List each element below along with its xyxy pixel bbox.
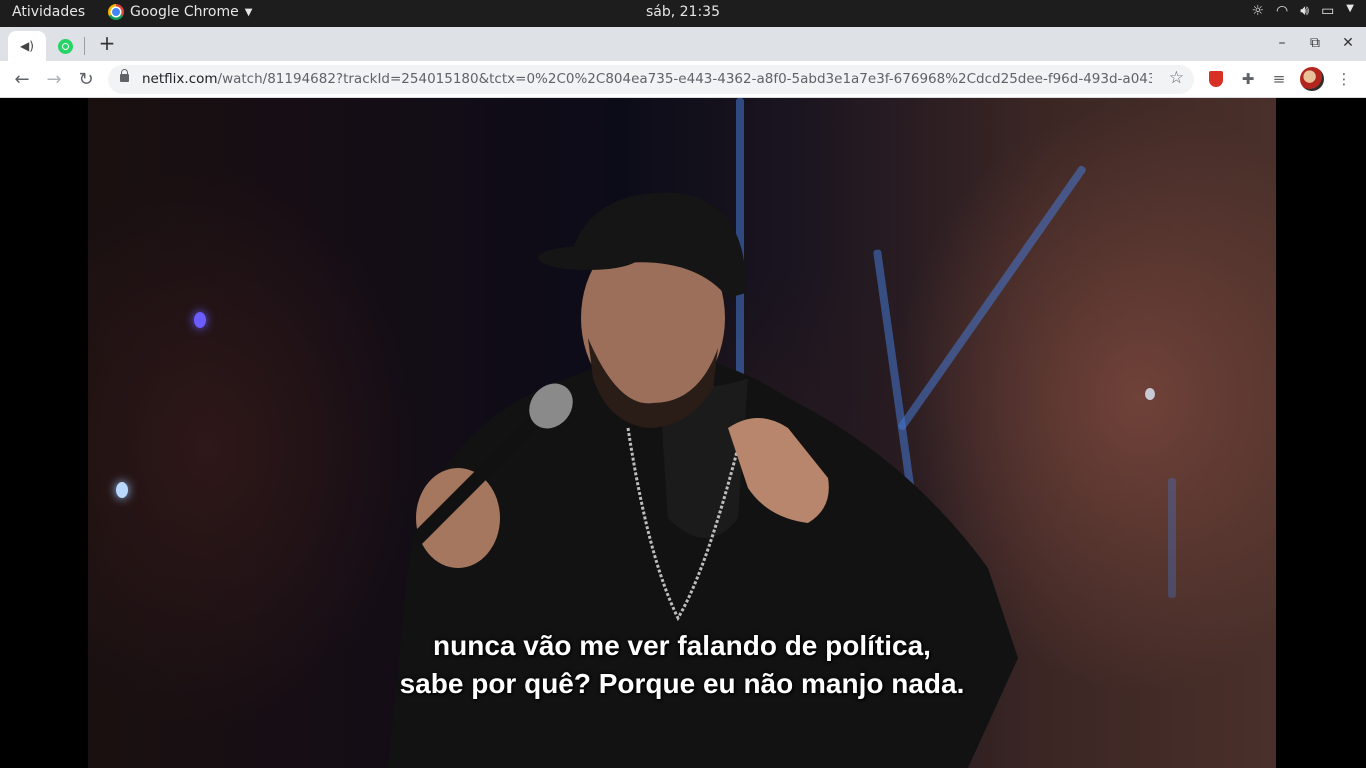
avatar[interactable] xyxy=(1300,67,1324,91)
activities-button[interactable]: Atividades xyxy=(12,4,85,20)
app-menu-label: Google Chrome xyxy=(130,4,239,20)
media-control-icon[interactable]: ≡ xyxy=(1267,67,1291,91)
minimize-button[interactable]: – xyxy=(1270,31,1294,55)
restore-button[interactable]: ⧉ xyxy=(1303,31,1327,55)
subtitle-line: nunca vão me ver falando de política, xyxy=(433,630,931,661)
browser-toolbar: ← → ↻ netflix.com/watch/81194682?trackId… xyxy=(0,61,1366,98)
chevron-down-icon: ▼ xyxy=(1346,3,1354,14)
forward-button[interactable]: → xyxy=(41,67,67,93)
reload-button[interactable]: ↻ xyxy=(73,67,99,93)
system-top-bar: Atividades Google Chrome ▼ sáb, 21:35 ☼ … xyxy=(0,0,1366,27)
new-tab-button[interactable]: + xyxy=(96,30,118,56)
video-player[interactable]: nunca vão me ver falando de política, sa… xyxy=(88,98,1276,768)
tab-netflix[interactable]: ◀︎) xyxy=(8,31,46,61)
whatsapp-icon xyxy=(57,38,73,54)
url-host: netflix.com xyxy=(142,71,218,87)
app-menu[interactable]: Google Chrome ▼ xyxy=(108,4,252,20)
battery-icon: ▭ xyxy=(1321,3,1335,19)
subtitle-line: sabe por quê? Porque eu não manjo nada. xyxy=(399,668,965,699)
extensions-puzzle-icon[interactable]: ✚ xyxy=(1236,67,1260,91)
tab-strip xyxy=(0,27,1366,61)
chrome-icon xyxy=(108,4,124,20)
chevron-down-icon: ▼ xyxy=(244,6,253,18)
address-bar[interactable]: netflix.com/watch/81194682?trackId=25401… xyxy=(108,65,1194,94)
extension-shield-button[interactable] xyxy=(1204,67,1228,91)
system-tray[interactable]: ☼ ◠ 🔊︎ ▭ ▼ xyxy=(1251,3,1354,19)
url-text[interactable]: netflix.com/watch/81194682?trackId=25401… xyxy=(142,71,1152,87)
subtitles: nunca vão me ver falando de política, sa… xyxy=(88,627,1276,703)
wifi-icon: ◠ xyxy=(1276,3,1289,19)
volume-icon: 🔊︎ xyxy=(1300,3,1310,19)
menu-kebab-icon[interactable]: ⋮ xyxy=(1332,67,1356,91)
shield-icon xyxy=(1209,71,1223,87)
bookmark-star-icon[interactable]: ☆ xyxy=(1169,68,1184,88)
tab-separator xyxy=(84,37,85,55)
url-path: /watch/81194682?trackId=254015180&tctx=0… xyxy=(217,71,1152,87)
back-button[interactable]: ← xyxy=(9,67,35,93)
tab-whatsapp[interactable] xyxy=(46,31,84,61)
night-light-icon: ☼ xyxy=(1251,3,1265,19)
lock-icon[interactable] xyxy=(120,69,129,82)
speaker-icon: ◀︎) xyxy=(20,39,34,53)
close-button[interactable]: ✕ xyxy=(1336,31,1360,55)
